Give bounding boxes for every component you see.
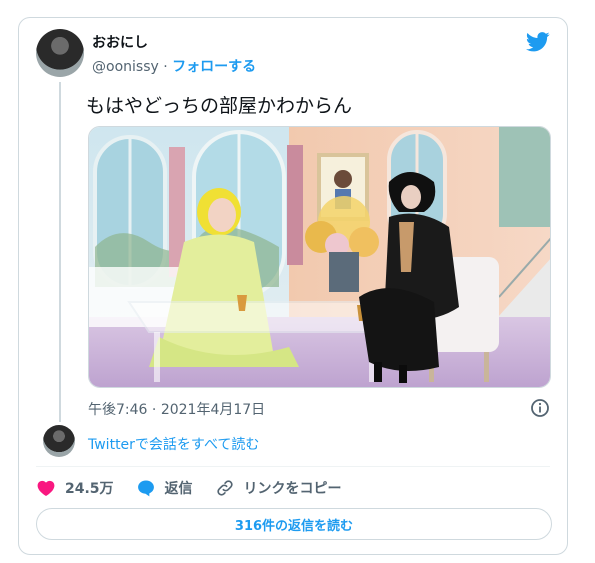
like-count: 24.5万 <box>65 481 114 497</box>
tweet-text: もはやどっちの部屋かわからん <box>86 95 353 117</box>
heart-icon <box>37 480 55 496</box>
read-conversation-link[interactable]: Twitterで会話をすべて読む <box>88 434 259 454</box>
link-icon <box>216 480 233 496</box>
follow-button[interactable]: フォローする <box>172 59 256 75</box>
reply-bubble-icon <box>137 480 154 497</box>
author-avatar[interactable] <box>36 29 84 77</box>
read-replies-button[interactable]: 316件の返信を読む <box>36 508 552 540</box>
tweet-timestamp[interactable]: 午後7:46 · 2021年4月17日 <box>88 399 265 419</box>
photo-illustration <box>89 127 550 387</box>
like-button[interactable]: 24.5万 <box>36 478 114 498</box>
tweet-time: 午後7:46 <box>88 402 148 418</box>
copy-link-label: リンクをコピー <box>243 481 342 497</box>
tweet-card: おおにし @oonissy · フォローする もはやどっちの部屋かわからん 午後… <box>18 17 568 555</box>
handle-separator: · <box>163 59 168 75</box>
thread-avatar[interactable] <box>43 425 75 457</box>
divider <box>36 466 550 467</box>
author-handle-row: @oonissy · フォローする <box>92 56 256 76</box>
reply-label: 返信 <box>164 481 193 497</box>
copy-link-button[interactable]: リンクをコピー <box>215 478 342 498</box>
tweet-photo[interactable] <box>88 126 551 388</box>
tweet-date: 2021年4月17日 <box>160 402 266 418</box>
timestamp-separator: · <box>151 402 157 418</box>
author-handle[interactable]: @oonissy <box>92 59 159 75</box>
author-name[interactable]: おおにし <box>92 32 148 52</box>
info-icon[interactable] <box>530 398 550 418</box>
reply-button[interactable]: 返信 <box>136 478 193 498</box>
action-bar: 24.5万 返信 リンクをコピー <box>36 476 364 500</box>
twitter-bird-icon[interactable] <box>526 32 550 52</box>
thread-line <box>59 82 61 422</box>
